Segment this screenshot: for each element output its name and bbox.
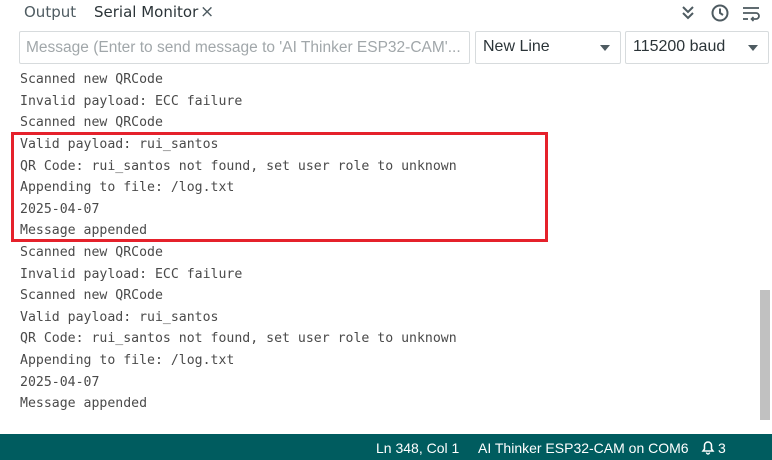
panel-tab-bar: Output Serial Monitor × xyxy=(0,0,772,26)
line-ending-value: New Line xyxy=(483,38,550,55)
output-line: QR Code: rui_santos not found, set user … xyxy=(20,331,457,346)
word-wrap-icon[interactable] xyxy=(741,3,761,23)
baud-rate-select[interactable]: 115200 baud xyxy=(625,31,769,64)
output-line: 2025-04-07 xyxy=(20,375,100,390)
close-tab-button[interactable]: × xyxy=(200,2,214,22)
output-line: Message appended xyxy=(20,396,148,411)
notification-count[interactable]: 3 xyxy=(718,440,726,456)
board-port-status[interactable]: AI Thinker ESP32-CAM on COM6 xyxy=(478,440,689,456)
message-input[interactable] xyxy=(19,31,470,64)
chevron-down-icon xyxy=(600,45,610,51)
output-line: Scanned new QRCode xyxy=(20,245,163,260)
output-line: Invalid payload: ECC failure xyxy=(20,94,243,109)
notification-bell-icon[interactable] xyxy=(700,439,716,455)
highlight-box xyxy=(11,132,548,242)
chevron-down-icon xyxy=(748,45,758,51)
output-line: Scanned new QRCode xyxy=(20,72,163,87)
serial-controls: New Line 115200 baud xyxy=(0,26,772,68)
output-line: Invalid payload: ECC failure xyxy=(20,267,243,282)
line-ending-select[interactable]: New Line xyxy=(475,31,621,64)
output-line: Valid payload: rui_santos xyxy=(20,310,219,325)
double-chevron-down-icon[interactable] xyxy=(678,3,698,23)
scrollbar-thumb[interactable] xyxy=(760,290,770,420)
tab-output[interactable]: Output xyxy=(24,3,76,21)
serial-output[interactable]: Scanned new QRCode Invalid payload: ECC … xyxy=(0,68,772,434)
cursor-position[interactable]: Ln 348, Col 1 xyxy=(376,440,459,456)
baud-rate-value: 115200 baud xyxy=(633,38,726,55)
tab-serial-monitor[interactable]: Serial Monitor xyxy=(94,3,198,21)
output-line: Scanned new QRCode xyxy=(20,288,163,303)
output-line: Appending to file: /log.txt xyxy=(20,353,235,368)
clock-icon[interactable] xyxy=(710,3,730,23)
output-line: Scanned new QRCode xyxy=(20,115,163,130)
status-bar: Ln 348, Col 1 AI Thinker ESP32-CAM on CO… xyxy=(0,434,772,460)
